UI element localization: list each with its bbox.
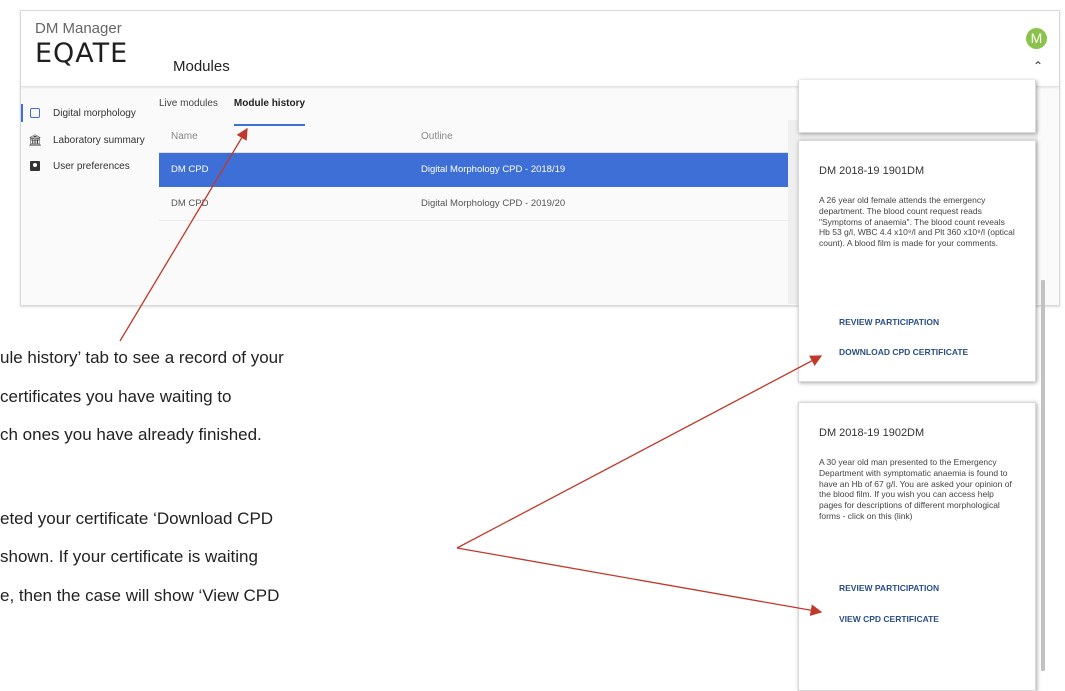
arrow-to-module-history	[119, 127, 248, 342]
arrow-to-view-certificate	[456, 547, 823, 616]
annotation-arrows	[119, 127, 823, 616]
arrow-to-download-certificate	[456, 355, 823, 549]
